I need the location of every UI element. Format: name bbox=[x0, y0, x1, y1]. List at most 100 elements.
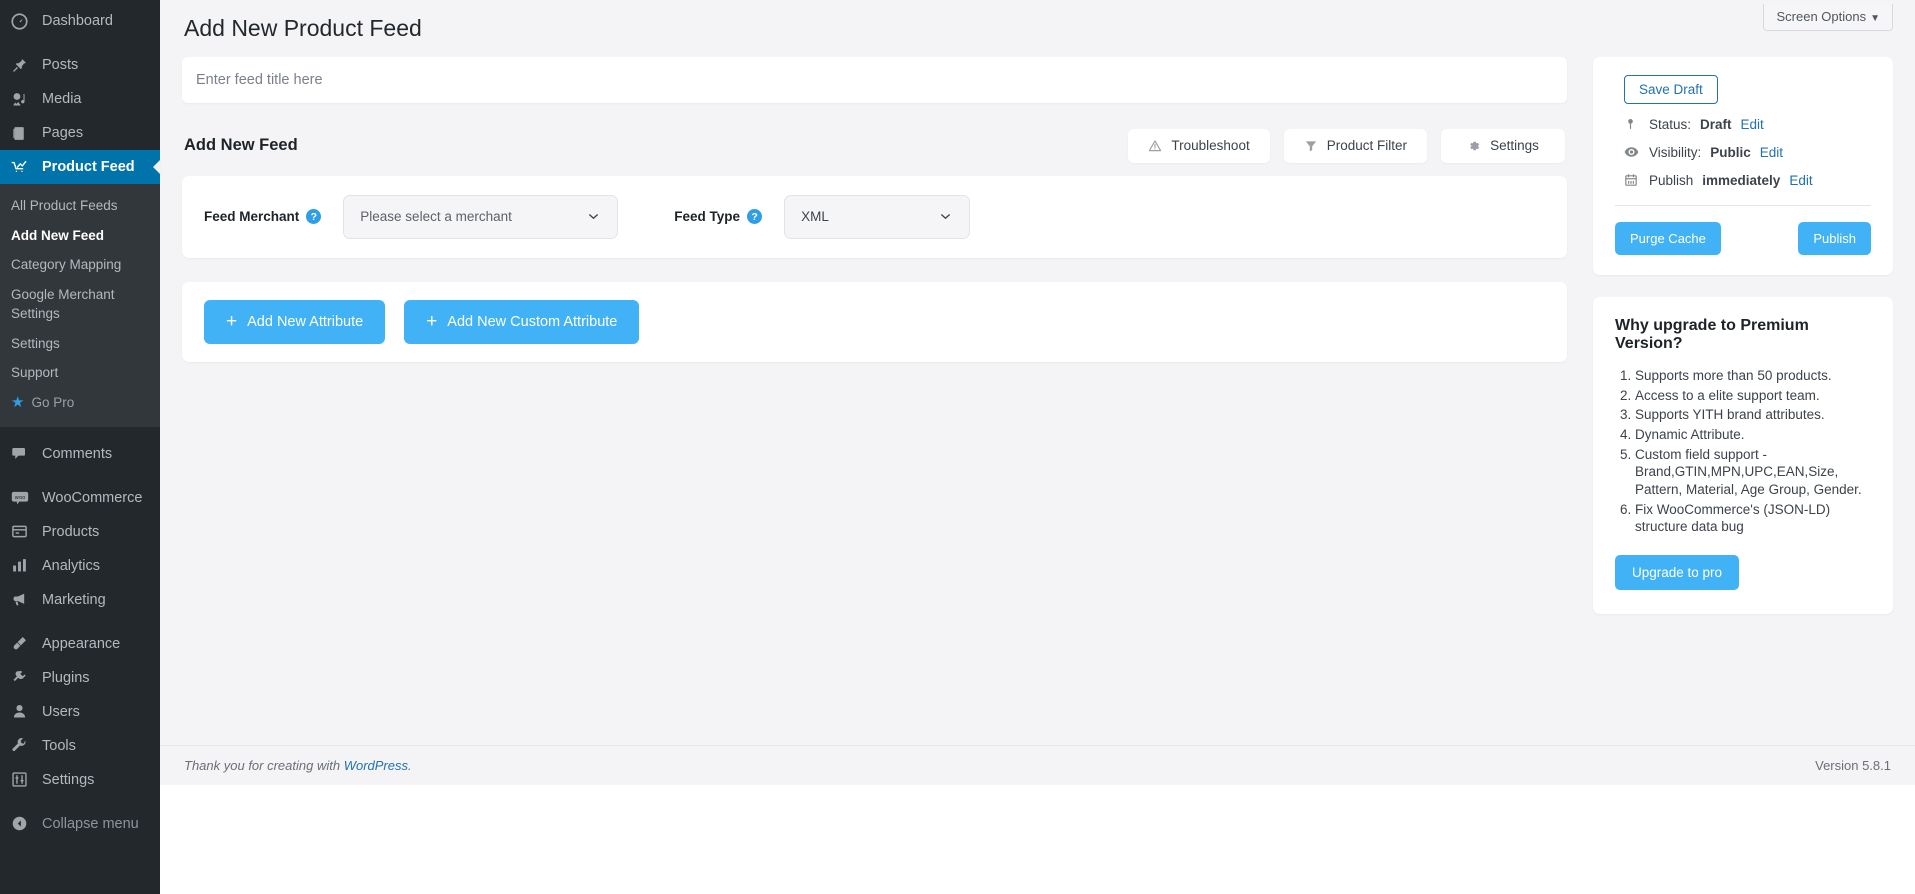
feed-merchant-label: Feed Merchant ? bbox=[204, 209, 322, 225]
feed-config-panel: Feed Merchant ? Please select a merchant bbox=[182, 175, 1567, 258]
settings-button[interactable]: Settings bbox=[1441, 128, 1565, 163]
calendar-icon bbox=[1624, 173, 1640, 187]
chevron-down-icon bbox=[586, 209, 601, 224]
sidebar-item-go-pro[interactable]: ★ Go Pro bbox=[0, 388, 160, 418]
sidebar-item-dashboard[interactable]: Dashboard bbox=[0, 4, 160, 38]
section-heading: Add New Feed bbox=[184, 136, 298, 155]
feed-title-card bbox=[182, 56, 1567, 103]
menu-gap bbox=[0, 427, 160, 437]
screen-options-toggle[interactable]: Screen Options ▼ bbox=[1763, 4, 1893, 31]
wordpress-link[interactable]: WordPress bbox=[344, 758, 408, 773]
feed-type-select[interactable]: XML bbox=[784, 194, 971, 239]
sidebar-label: Comments bbox=[42, 445, 113, 462]
right-column: Save Draft Status: Draft Edit Visibility… bbox=[1593, 56, 1893, 614]
admin-screen: Dashboard Posts Media Pages Product Feed… bbox=[0, 0, 1915, 894]
visibility-value: Public bbox=[1710, 144, 1751, 160]
active-arrow-indicator bbox=[153, 159, 161, 175]
warning-triangle-icon bbox=[1148, 139, 1162, 153]
sidebar-item-settings[interactable]: Settings bbox=[0, 329, 160, 359]
list-item: Supports YITH brand attributes. bbox=[1635, 406, 1871, 424]
wrench-icon bbox=[11, 736, 33, 756]
sidebar-item-collapse-menu[interactable]: Collapse menu bbox=[0, 807, 160, 841]
add-new-custom-attribute-button[interactable]: + Add New Custom Attribute bbox=[404, 299, 640, 344]
list-item: Dynamic Attribute. bbox=[1635, 426, 1871, 444]
sidebar-item-posts[interactable]: Posts bbox=[0, 48, 160, 82]
button-label: Troubleshoot bbox=[1171, 138, 1250, 154]
premium-upgrade-box: Why upgrade to Premium Version? Supports… bbox=[1593, 296, 1893, 614]
list-item: Supports more than 50 products. bbox=[1635, 367, 1871, 385]
svg-text:woo: woo bbox=[15, 494, 26, 500]
screen-options-label: Screen Options bbox=[1776, 9, 1867, 24]
sidebar-label: Appearance bbox=[42, 635, 121, 652]
star-icon: ★ bbox=[11, 394, 25, 412]
list-item: Fix WooCommerce's (JSON-LD) structure da… bbox=[1635, 501, 1871, 536]
attribute-buttons: + Add New Attribute + Add New Custom Att… bbox=[204, 299, 640, 344]
status-edit-link[interactable]: Edit bbox=[1741, 117, 1764, 132]
visibility-edit-link[interactable]: Edit bbox=[1760, 145, 1783, 160]
troubleshoot-button[interactable]: Troubleshoot bbox=[1128, 128, 1270, 163]
attributes-panel: + Add New Attribute + Add New Custom Att… bbox=[182, 281, 1567, 362]
sidebar-label: Dashboard bbox=[42, 13, 113, 29]
sidebar-item-all-product-feeds[interactable]: All Product Feeds bbox=[0, 191, 160, 221]
upgrade-to-pro-button[interactable]: Upgrade to pro bbox=[1615, 554, 1740, 590]
sidebar-label: Go Pro bbox=[31, 394, 75, 410]
divider bbox=[1615, 204, 1871, 206]
sidebar-label: Settings bbox=[42, 771, 95, 788]
sidebar-item-woocommerce[interactable]: woo WooCommerce bbox=[0, 481, 160, 515]
save-draft-button[interactable]: Save Draft bbox=[1624, 74, 1718, 104]
sidebar-label: Product Feed bbox=[42, 159, 135, 175]
sidebar-item-plugins[interactable]: Plugins bbox=[0, 661, 160, 695]
publish-label: Publish bbox=[1649, 172, 1694, 188]
menu-gap bbox=[0, 38, 160, 48]
sidebar-label: Posts bbox=[42, 57, 79, 73]
help-icon[interactable]: ? bbox=[306, 209, 322, 225]
add-new-attribute-button[interactable]: + Add New Attribute bbox=[204, 299, 386, 344]
sidebar-item-analytics[interactable]: Analytics bbox=[0, 549, 160, 583]
feed-merchant-select[interactable]: Please select a merchant bbox=[343, 194, 619, 239]
sidebar-item-users[interactable]: Users bbox=[0, 695, 160, 729]
analytics-icon bbox=[11, 556, 33, 576]
menu-gap bbox=[0, 617, 160, 627]
sidebar-label: Plugins bbox=[42, 669, 90, 686]
collapse-icon bbox=[11, 814, 33, 834]
button-label: Add New Attribute bbox=[247, 313, 364, 330]
sidebar-item-tools[interactable]: Tools bbox=[0, 729, 160, 763]
sidebar-item-pages[interactable]: Pages bbox=[0, 116, 160, 150]
sidebar-item-appearance[interactable]: Appearance bbox=[0, 627, 160, 661]
plug-icon bbox=[11, 668, 33, 688]
sidebar-label: Tools bbox=[42, 737, 76, 754]
product-filter-button[interactable]: Product Filter bbox=[1283, 128, 1427, 163]
sidebar-item-settings[interactable]: Settings bbox=[0, 763, 160, 797]
sidebar-item-products[interactable]: Products bbox=[0, 515, 160, 549]
sidebar-item-product-feed[interactable]: Product Feed bbox=[0, 150, 161, 184]
plus-icon: + bbox=[226, 311, 238, 333]
sidebar-item-comments[interactable]: Comments bbox=[0, 437, 160, 471]
below-fold-area bbox=[160, 785, 1915, 894]
publish-actions: Purge Cache Publish bbox=[1615, 221, 1871, 255]
chevron-down-icon bbox=[938, 209, 953, 224]
left-column: Add New Feed Troubleshoot bbox=[182, 56, 1567, 362]
publish-edit-link[interactable]: Edit bbox=[1789, 173, 1812, 188]
sidebar-label: Marketing bbox=[42, 591, 106, 608]
megaphone-icon bbox=[11, 590, 33, 610]
sidebar-label: Media bbox=[42, 91, 82, 107]
help-icon[interactable]: ? bbox=[747, 209, 763, 225]
plus-icon: + bbox=[426, 311, 438, 333]
dashboard-icon bbox=[11, 11, 33, 31]
publish-button[interactable]: Publish bbox=[1798, 221, 1871, 255]
purge-cache-button[interactable]: Purge Cache bbox=[1615, 221, 1721, 255]
feed-type-field: Feed Type ? XML bbox=[674, 194, 971, 239]
sidebar-item-add-new-feed[interactable]: Add New Feed bbox=[0, 221, 160, 251]
sidebar-item-media[interactable]: Media bbox=[0, 82, 160, 116]
sidebar-item-google-merchant-settings[interactable]: Google Merchant Settings bbox=[0, 280, 120, 329]
feed-title-input[interactable] bbox=[196, 71, 1553, 88]
sidebar-item-support[interactable]: Support bbox=[0, 358, 160, 388]
sidebar-item-marketing[interactable]: Marketing bbox=[0, 583, 160, 617]
feed-type-label: Feed Type ? bbox=[674, 209, 763, 225]
publish-date-row: Publish immediately Edit bbox=[1624, 173, 1871, 188]
footer-period: . bbox=[408, 758, 412, 773]
sidebar-label: Pages bbox=[42, 125, 84, 141]
sidebar-item-category-mapping[interactable]: Category Mapping bbox=[0, 250, 160, 280]
button-label: Product Filter bbox=[1326, 138, 1407, 154]
sidebar-label: Google Merchant Settings bbox=[11, 286, 115, 322]
